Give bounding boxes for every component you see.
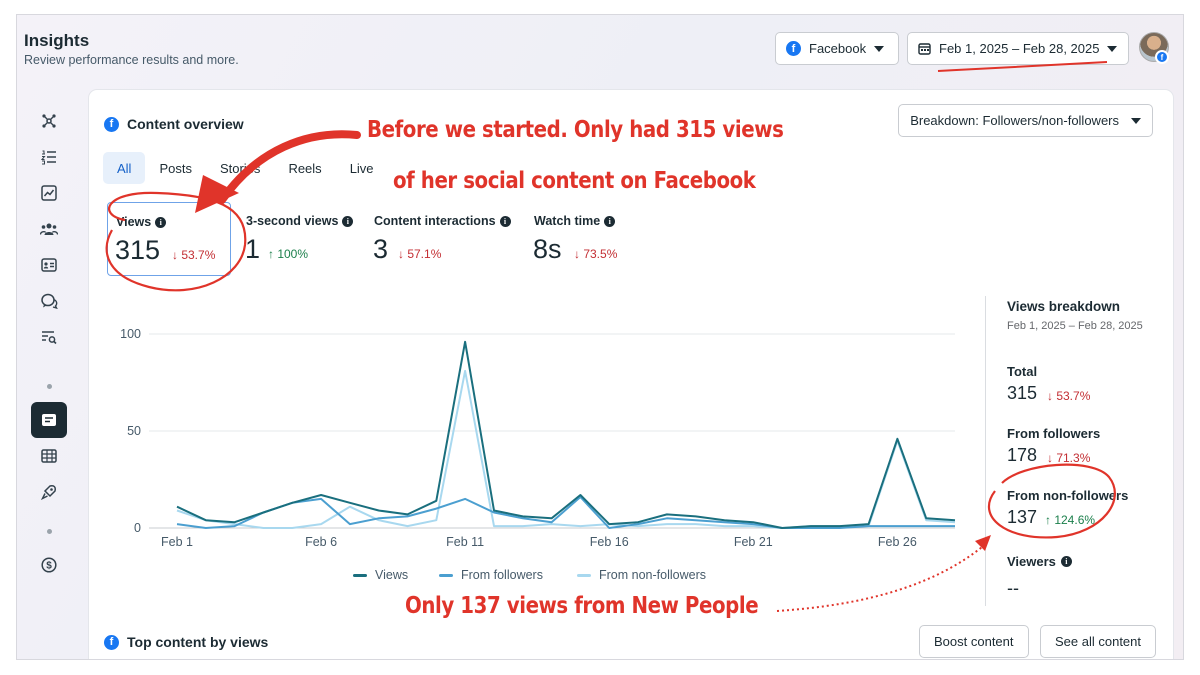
sidebar-item-trends[interactable]: [31, 175, 67, 211]
chevron-down-icon: [1107, 45, 1118, 52]
sidebar-item-list[interactable]: [31, 139, 67, 175]
calendar-icon: [918, 43, 931, 55]
breakdown-label-non-followers: From non-followers: [1007, 488, 1129, 503]
y-tick-label: 50: [127, 424, 141, 438]
series-line-from-non-followers: [176, 369, 956, 529]
y-tick-label: 100: [120, 327, 141, 341]
dollar-circle-icon: $: [41, 557, 57, 573]
facebook-badge-icon: f: [1155, 50, 1169, 64]
legend-swatch: [577, 573, 591, 577]
info-icon: i: [1060, 556, 1072, 567]
table-icon: [41, 449, 57, 463]
id-card-icon: [41, 258, 57, 272]
breakdown-value-followers: 178: [1007, 445, 1038, 465]
chat-bubbles-icon: [40, 293, 58, 309]
line-chart-icon: [41, 185, 57, 201]
x-tick-label: Feb 26: [878, 535, 917, 549]
separator-dot: [47, 529, 52, 534]
separator-dot: [47, 384, 52, 389]
legend-item-non-followers: From non-followers: [577, 568, 706, 582]
legend-item-followers: From followers: [439, 568, 543, 582]
page-title: Insights: [24, 31, 90, 50]
x-tick-label: Feb 16: [590, 535, 629, 549]
annotation-top-line-1: Before we started. Only had 315 views: [367, 117, 784, 143]
date-range-picker[interactable]: Feb 1, 2025 – Feb 28, 2025: [907, 32, 1129, 65]
svg-text:$: $: [46, 561, 52, 572]
breakdown-label-viewers: Viewers i: [1007, 554, 1072, 569]
numbered-list-icon: [41, 150, 56, 165]
sidebar-item-monetization[interactable]: $: [31, 547, 67, 583]
series-line-views: [176, 340, 956, 529]
sidebar-item-boost[interactable]: [31, 474, 67, 510]
breakdown-value-non-followers: 137: [1007, 507, 1038, 527]
boost-content-button[interactable]: Boost content: [919, 625, 1029, 658]
chevron-down-icon: [1131, 117, 1141, 124]
x-tick-label: Feb 6: [305, 535, 337, 549]
annotation-bottom: Only 137 views from New People: [405, 593, 759, 619]
sidebar-item-messages[interactable]: [31, 283, 67, 319]
platform-label: Facebook: [809, 41, 867, 56]
sidebar-item-audience[interactable]: [31, 211, 67, 247]
top-content-header: f Top content by views: [104, 634, 268, 650]
legend-swatch: [439, 573, 453, 577]
x-tick-label: Feb 11: [446, 535, 484, 549]
views-breakdown-panel: Views breakdown Feb 1, 2025 – Feb 28, 20…: [985, 296, 1171, 606]
breakdown-value-viewers: --: [1007, 578, 1019, 598]
content-card-icon: [42, 414, 56, 426]
annotation-top-line-2: of her social content on Facebook: [393, 168, 756, 194]
breakdown-delta-non-followers: ↑ 124.6%: [1045, 513, 1096, 527]
list-search-icon: [42, 331, 57, 345]
network-icon: [42, 114, 56, 128]
facebook-icon: f: [104, 634, 119, 650]
insights-window: Insights Review performance results and …: [16, 14, 1184, 660]
views-breakdown-date: Feb 1, 2025 – Feb 28, 2025: [1007, 320, 1143, 332]
people-icon: [40, 223, 58, 235]
x-tick-label: Feb 21: [734, 535, 773, 549]
chevron-down-icon: [874, 45, 885, 52]
sidebar-item-search[interactable]: [31, 319, 67, 355]
x-tick-label: Feb 1: [161, 535, 193, 549]
views-line-chart: 0 50 100 Feb 1 Feb 6 Feb 11 Feb 16 Feb 21 Feb 26: [120, 327, 956, 549]
top-content-title: Top content by views: [127, 634, 269, 650]
see-all-content-button[interactable]: See all content: [1040, 625, 1157, 658]
page-subtitle: Review performance results and more.: [24, 53, 239, 67]
breakdown-value-total: 315: [1007, 383, 1038, 403]
breakdown-delta-total: ↓ 53.7%: [1047, 389, 1091, 403]
sidebar-item-profile[interactable]: [31, 247, 67, 283]
breakdown-label-followers: From followers: [1007, 426, 1101, 441]
legend-item-views: Views: [353, 568, 408, 582]
legend-swatch: [353, 573, 367, 577]
breakdown-label-total: Total: [1007, 364, 1038, 379]
breakdown-delta-followers: ↓ 71.3%: [1047, 451, 1091, 465]
facebook-icon: f: [786, 41, 801, 56]
y-tick-label: 0: [134, 521, 141, 535]
date-range-label: Feb 1, 2025 – Feb 28, 2025: [939, 41, 1100, 56]
views-breakdown-title: Views breakdown: [1007, 299, 1121, 314]
rocket-icon: [41, 485, 56, 500]
sidebar-item-content[interactable]: [31, 402, 67, 438]
sidebar-item-table[interactable]: [31, 438, 67, 474]
sidebar-item-overview[interactable]: [31, 103, 67, 139]
platform-dropdown[interactable]: f Facebook: [775, 32, 899, 65]
